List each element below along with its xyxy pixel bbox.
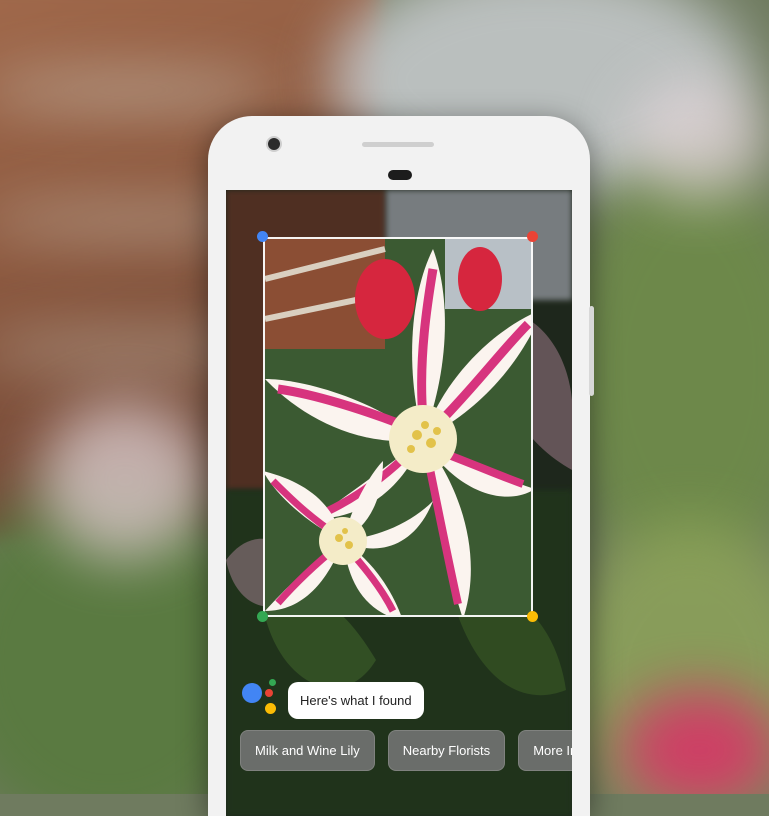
front-camera-icon	[268, 138, 280, 150]
crop-handle-top-left[interactable]	[257, 231, 268, 242]
proximity-sensor	[388, 170, 412, 180]
assistant-response-bubble: Here's what I found	[288, 681, 424, 719]
power-button	[589, 306, 594, 396]
google-assistant-icon	[240, 679, 282, 721]
suggestion-chip-nearby-florists[interactable]: Nearby Florists	[387, 730, 506, 771]
suggestion-chip-more[interactable]: More In	[518, 730, 572, 771]
selection-crop-box[interactable]	[263, 237, 533, 617]
crop-handle-top-right[interactable]	[527, 231, 538, 242]
phone-device: Here's what I found Milk and Wine Lily N…	[208, 116, 594, 816]
crop-handle-bottom-left[interactable]	[257, 611, 268, 622]
assistant-response-row: Here's what I found	[240, 678, 424, 722]
phone-screen: Here's what I found Milk and Wine Lily N…	[226, 190, 572, 816]
crop-handle-bottom-right[interactable]	[527, 611, 538, 622]
flower-image	[265, 239, 531, 615]
suggestion-chip-milk-and-wine-lily[interactable]: Milk and Wine Lily	[240, 730, 375, 771]
earpiece-speaker	[362, 142, 434, 147]
suggestion-chips: Milk and Wine Lily Nearby Florists More …	[240, 730, 572, 771]
